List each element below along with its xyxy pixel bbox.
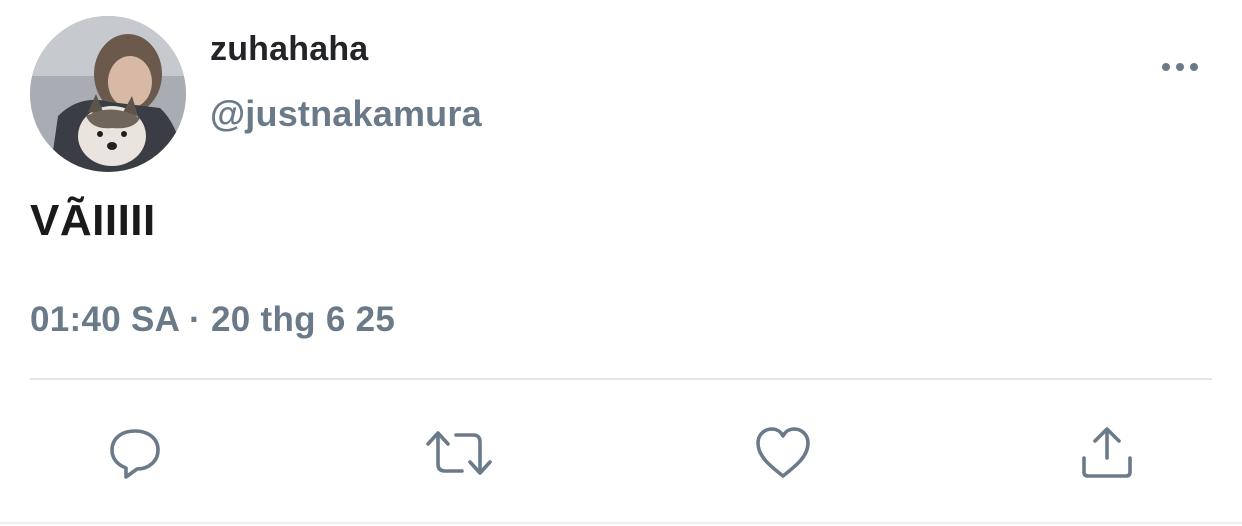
bottom-divider (0, 522, 1242, 524)
share-button[interactable] (1072, 418, 1142, 488)
reply-button[interactable] (100, 418, 170, 488)
tweet-timestamp[interactable]: 01:40 SA · 20 thg 6 25 (30, 300, 395, 340)
user-handle[interactable]: @justnakamura (210, 93, 482, 135)
avatar[interactable] (30, 16, 186, 172)
like-button[interactable] (748, 418, 818, 488)
retweet-button[interactable] (424, 418, 494, 488)
share-icon (1082, 427, 1132, 478)
more-options-button[interactable] (1156, 52, 1204, 82)
more-horizontal-icon (1162, 63, 1198, 71)
display-name[interactable]: zuhahaha (210, 30, 368, 69)
heart-icon (756, 427, 810, 478)
tweet-card: zuhahaha @justnakamura VÃIIIII 01:40 SA … (0, 0, 1242, 526)
avatar-photo (30, 16, 186, 172)
reply-icon (110, 429, 160, 479)
tweet-text: VÃIIIII (30, 196, 156, 245)
retweet-icon (426, 431, 492, 475)
divider (30, 378, 1212, 380)
